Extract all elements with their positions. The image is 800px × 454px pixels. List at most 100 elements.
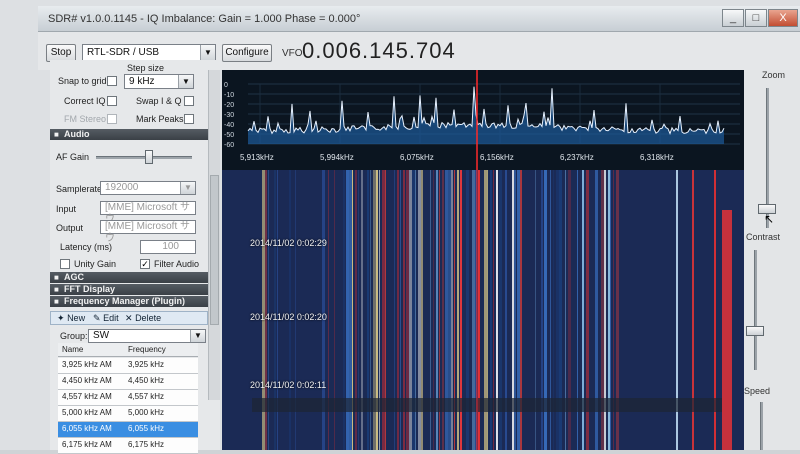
mark-peaks-checkbox[interactable] <box>184 114 194 124</box>
spectrum-display[interactable]: 0 -10 -20 -30 -40 -50 -60 5,913kHz 5,994kHz 6,075… <box>222 70 744 170</box>
table-row[interactable]: 4,450 kHz AM 4,450 kHz <box>58 374 198 390</box>
zoom-label: Zoom <box>762 70 786 80</box>
contrast-track <box>754 250 757 370</box>
filter-audio-checkbox[interactable]: ✓ <box>140 259 150 269</box>
waterfall-gap <box>252 398 722 412</box>
waterfall-timestamp: 2014/11/02 0:02:20 <box>250 312 327 322</box>
row-name: 3,925 kHz AM <box>62 360 112 369</box>
db-tick-label: -10 <box>224 92 234 99</box>
freq-tick-label: 6,237kHz <box>560 153 594 162</box>
db-tick-label: -50 <box>224 132 234 139</box>
input-label: Input <box>56 204 77 214</box>
source-value: RTL-SDR / USB <box>87 47 160 58</box>
mark-peaks-label: Mark Peaks <box>136 114 184 124</box>
row-name: 6,175 kHz AM <box>62 440 112 449</box>
db-tick-label: -40 <box>224 122 234 129</box>
db-tick-label: 0 <box>224 82 228 89</box>
row-frequency: 4,557 kHz <box>128 392 165 401</box>
table-header: Name Frequency <box>58 343 198 357</box>
input-device-select[interactable]: [MME] Microsoft サウ <box>100 201 196 225</box>
table-row[interactable]: 3,925 kHz AM 3,925 kHz <box>58 358 198 374</box>
agc-section-title: AGC <box>64 272 84 282</box>
waterfall-display[interactable]: 2014/11/02 0:02:29 2014/11/02 0:02:20 20… <box>222 170 744 450</box>
new-icon: ✦ <box>57 313 65 323</box>
audio-section-header[interactable]: ■ Audio <box>50 129 208 140</box>
db-tick-label: -30 <box>224 112 234 119</box>
latency-label: Latency (ms) <box>60 242 113 252</box>
fft-display-section-header[interactable]: ■ FFT Display <box>50 284 208 295</box>
group-select[interactable]: SW ▼ <box>88 329 206 343</box>
freq-manager-section-header[interactable]: ■ Frequency Manager (Plugin) <box>50 296 208 307</box>
row-name: 4,450 kHz AM <box>62 376 112 385</box>
title-bar: SDR# v1.0.0.1145 - IQ Imbalance: Gain = … <box>38 6 800 32</box>
chevron-down-icon: ▼ <box>190 330 205 342</box>
output-device-select[interactable]: [MME] Microsoft サウ <box>100 220 196 244</box>
step-size-label: Step size <box>127 63 165 73</box>
freq-manager-toolbar: ✦ New ✎ Edit ✕ Delete <box>50 311 208 325</box>
af-gain-slider[interactable] <box>144 150 153 164</box>
contrast-slider[interactable] <box>746 326 764 336</box>
close-button[interactable]: X <box>768 9 798 27</box>
delete-button[interactable]: ✕ Delete <box>125 313 161 324</box>
swap-iq-checkbox[interactable] <box>184 96 194 106</box>
row-frequency: 6,175 kHz <box>128 440 165 449</box>
row-frequency: 3,925 kHz <box>128 360 165 369</box>
collapse-icon: ■ <box>54 130 59 139</box>
samplerate-label: Samplerate <box>56 184 103 194</box>
contrast-label: Contrast <box>746 232 781 242</box>
row-frequency: 6,055 kHz <box>128 424 165 433</box>
edit-icon: ✎ <box>93 313 101 323</box>
column-frequency[interactable]: Frequency <box>128 345 166 354</box>
edit-button[interactable]: ✎ Edit <box>93 313 119 324</box>
freq-tick-label: 5,994kHz <box>320 153 354 162</box>
speed-label: Speed <box>744 386 771 396</box>
correct-iq-label: Correct IQ <box>64 96 106 106</box>
freq-tick-label: 6,156kHz <box>480 153 514 162</box>
vfo-label: VFO <box>282 48 303 59</box>
column-name[interactable]: Name <box>62 345 83 354</box>
table-row[interactable]: 6,055 kHz AM 6,055 kHz <box>58 422 198 438</box>
waterfall-plot <box>222 170 744 450</box>
audio-section-title: Audio <box>64 129 90 139</box>
freq-tick-label: 6,318kHz <box>640 153 674 162</box>
af-gain-label: AF Gain <box>56 152 90 162</box>
swap-iq-label: Swap I & Q <box>136 96 182 106</box>
table-row[interactable]: 5,000 kHz AM 5,000 kHz <box>58 406 198 422</box>
maximize-button[interactable]: □ <box>745 9 767 27</box>
samplerate-value: 192000 <box>105 182 139 193</box>
row-frequency: 4,450 kHz <box>128 376 165 385</box>
latency-input[interactable]: 100 <box>140 240 196 254</box>
minimize-button[interactable]: _ <box>722 9 744 27</box>
snap-to-grid-checkbox[interactable] <box>107 76 117 86</box>
sdr-window: SDR# v1.0.0.1145 - IQ Imbalance: Gain = … <box>0 0 800 454</box>
group-label: Group: <box>60 331 88 341</box>
panel-scrollbar[interactable] <box>208 70 220 400</box>
db-tick-label: -20 <box>224 102 234 109</box>
new-button[interactable]: ✦ New <box>57 313 85 324</box>
fm-stereo-checkbox[interactable] <box>107 114 117 124</box>
fft-display-section-title: FFT Display <box>64 284 116 294</box>
waterfall-timestamp: 2014/11/02 0:02:11 <box>250 380 327 390</box>
table-row[interactable]: 4,557 kHz AM 4,557 kHz <box>58 390 198 406</box>
chevron-down-icon: ▼ <box>200 45 215 61</box>
spectrum-plot: 0 -10 -20 -30 -40 -50 -60 5,913kHz 5,994kHz 6,075… <box>224 70 740 170</box>
scrollbar-thumb[interactable] <box>210 175 219 325</box>
fm-stereo-label: FM Stereo <box>64 114 107 124</box>
samplerate-select[interactable]: 192000 ▼ <box>100 181 196 195</box>
unity-gain-label: Unity Gain <box>74 259 117 269</box>
correct-iq-checkbox[interactable] <box>107 96 117 106</box>
step-size-select[interactable]: 9 kHz ▼ <box>124 74 194 89</box>
vfo-frequency[interactable]: 0.006.145.704 <box>302 38 456 64</box>
row-name: 4,557 kHz AM <box>62 392 112 401</box>
freq-tick-label: 5,913kHz <box>240 153 274 162</box>
freq-manager-section-title: Frequency Manager (Plugin) <box>64 296 186 306</box>
agc-section-header[interactable]: ■ AGC <box>50 272 208 283</box>
row-name: 5,000 kHz AM <box>62 408 112 417</box>
unity-gain-checkbox[interactable] <box>60 259 70 269</box>
latency-value: 100 <box>162 241 179 252</box>
configure-button[interactable]: Configure <box>222 44 272 62</box>
chevron-down-icon: ▼ <box>178 75 193 88</box>
display-controls: Zoom ↖ Contrast Speed <box>744 70 800 450</box>
expand-icon: ■ <box>54 285 59 294</box>
table-row[interactable]: 6,175 kHz AM 6,175 kHz <box>58 438 198 454</box>
